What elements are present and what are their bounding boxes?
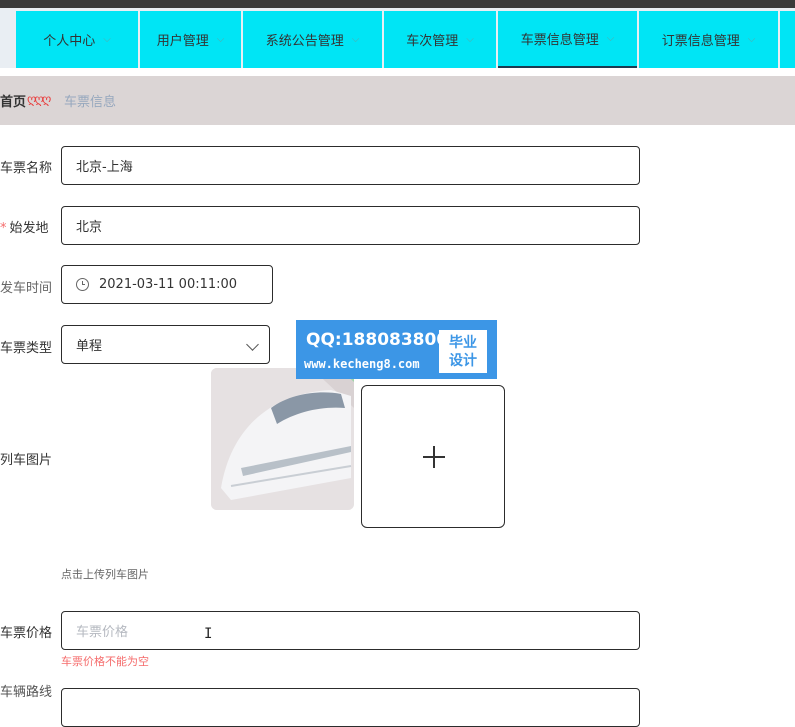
nav-item-label: 系统公告管理: [265, 34, 344, 49]
price-error-message: 车票价格不能为空: [61, 655, 149, 668]
required-mark: *: [0, 221, 7, 236]
nav-item-label: 车票信息管理: [520, 33, 599, 48]
chevron-down-icon: ⌵: [606, 33, 615, 44]
route-input[interactable]: [61, 688, 640, 727]
watermark-tag-line1: 毕业: [449, 334, 477, 351]
top-nav: 个人中心 ⌵ 用户管理 ⌵ 系统公告管理 ⌵ 车次管理 ⌵ 车票信息管理 ⌵ 订票信息管理…: [0, 8, 795, 68]
nav-item-train-management[interactable]: 车次管理 ⌵: [384, 11, 496, 68]
chevron-down-icon: ⌵: [466, 34, 474, 45]
nav-item-booking-management[interactable]: 订票信息管理 ⌵: [639, 11, 778, 68]
breadcrumb-separator-icon: ღღღ: [27, 92, 51, 106]
origin-label: * 始发地: [0, 217, 49, 236]
breadcrumb-home[interactable]: 首页: [0, 91, 26, 110]
train-image-thumbnail[interactable]: [211, 368, 354, 510]
depart-time-label: 发车时间: [0, 281, 53, 296]
breadcrumb-current: 车票信息: [64, 95, 117, 110]
ticket-type-label: 车票类型: [0, 341, 53, 356]
ticket-name-input[interactable]: 北京-上海: [61, 146, 640, 185]
nav-item-label: 用户管理: [156, 34, 209, 49]
chevron-down-icon: [246, 338, 259, 351]
nav-item-announcement-management[interactable]: 系统公告管理 ⌵: [243, 11, 382, 68]
watermark-site: www.kecheng8.com: [304, 357, 420, 371]
nav-item-label: 车次管理: [406, 34, 459, 49]
route-label: 车辆路线: [0, 685, 53, 700]
chevron-down-icon: ⌵: [216, 34, 225, 45]
plus-icon-stem: [433, 446, 435, 468]
image-upload-hint: 点击上传列车图片: [61, 568, 149, 581]
origin-input[interactable]: 北京: [61, 206, 640, 245]
nav-item-ticket-info-management[interactable]: 车票信息管理 ⌵: [498, 11, 637, 68]
text-cursor-icon: I: [204, 626, 213, 642]
watermark: QQ:188083800 www.kecheng8.com 毕业 设计: [296, 320, 497, 379]
top-strip: [0, 0, 795, 8]
chevron-down-icon: ⌵: [747, 34, 756, 45]
image-label: 列车图片: [0, 453, 53, 468]
ticket-name-value: 北京-上海: [76, 160, 133, 175]
nav-item-overflow[interactable]: [780, 11, 795, 68]
watermark-tag-line2: 设计: [449, 352, 477, 369]
nav-item-label: 订票信息管理: [661, 34, 740, 49]
chevron-down-icon: ⌵: [103, 34, 111, 45]
price-placeholder: 车票价格: [76, 625, 129, 640]
nav-item-personal-center[interactable]: 个人中心 ⌵: [16, 11, 138, 68]
price-input[interactable]: 车票价格: [61, 611, 640, 650]
clock-icon: [76, 278, 89, 291]
origin-value: 北京: [76, 220, 103, 235]
chevron-down-icon: ⌵: [351, 34, 360, 45]
origin-label-text: 始发地: [9, 221, 49, 236]
price-label: 车票价格: [0, 626, 53, 641]
watermark-qq: QQ:188083800: [306, 330, 449, 350]
depart-time-value: 2021-03-11 00:11:00: [99, 277, 238, 292]
nav-item-user-management[interactable]: 用户管理 ⌵: [140, 11, 241, 68]
watermark-tag: 毕业 设计: [439, 330, 487, 373]
nav-item-label: 个人中心: [43, 34, 96, 49]
breadcrumb: 首页 ღღღ 车票信息: [0, 76, 795, 125]
train-icon: [211, 368, 354, 510]
depart-time-picker[interactable]: 2021-03-11 00:11:00: [61, 265, 273, 304]
ticket-type-select[interactable]: 单程: [61, 325, 270, 364]
ticket-type-value: 单程: [76, 339, 103, 354]
image-upload-button[interactable]: [361, 385, 505, 528]
ticket-name-label: 车票名称: [0, 161, 53, 176]
